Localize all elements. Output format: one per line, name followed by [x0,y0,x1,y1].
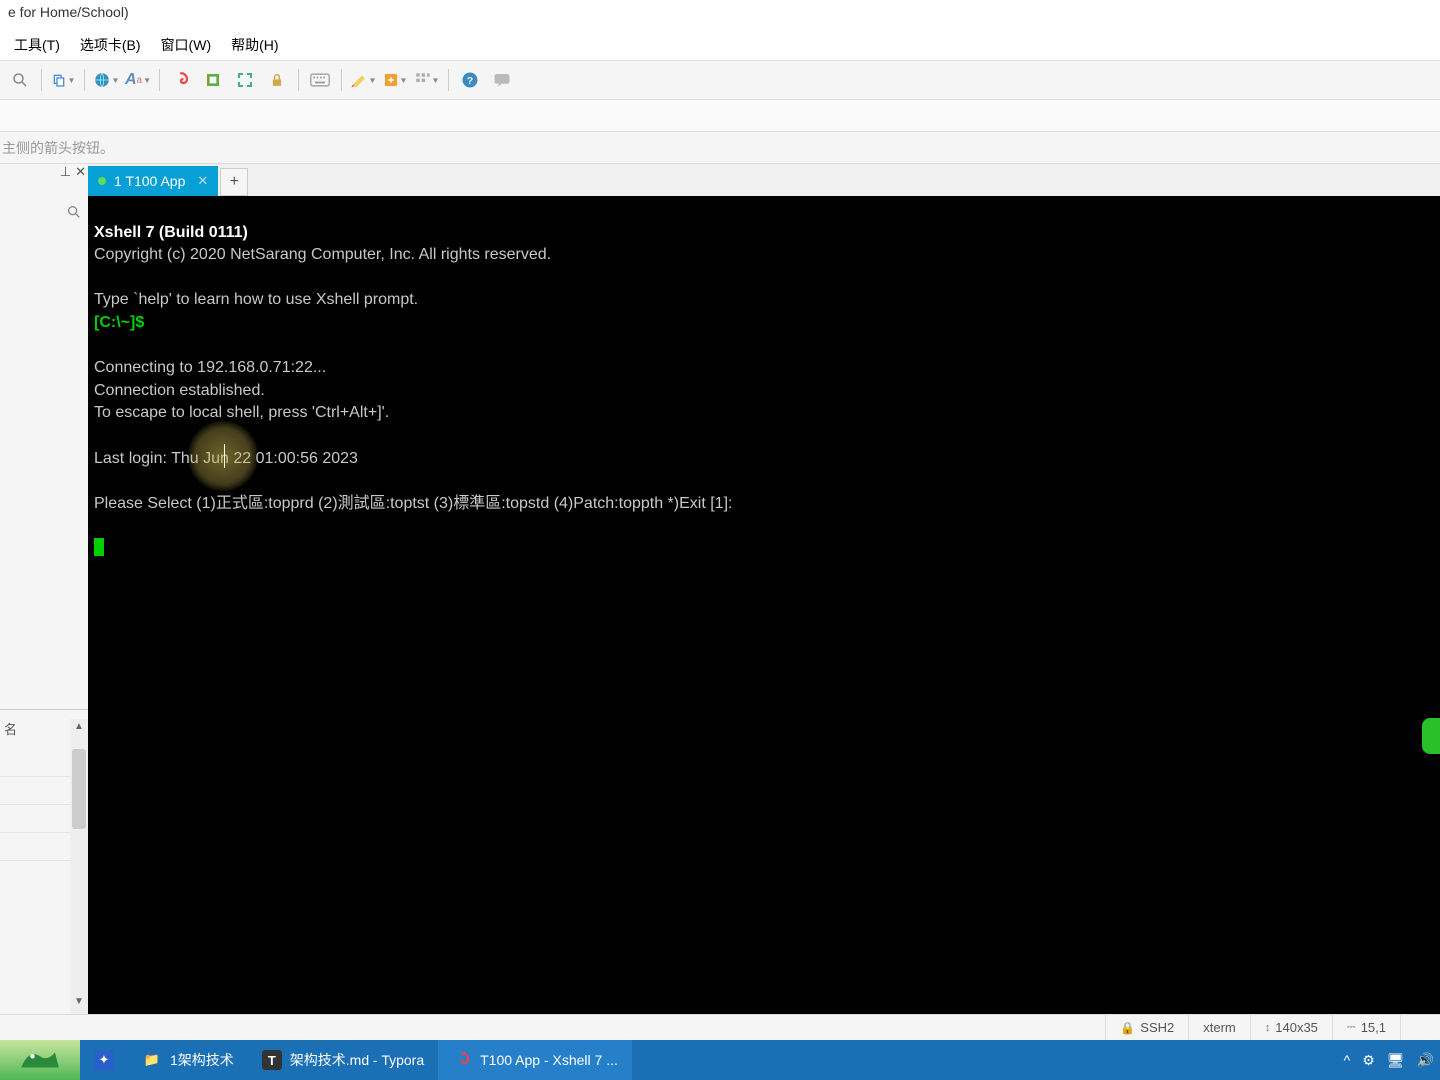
search-icon[interactable] [6,66,34,94]
terminal-line: Please Select (1)正式區:topprd (2)測試區:topts… [94,495,732,512]
blank-strip [0,100,1440,132]
panel-search-icon[interactable] [66,204,82,225]
text-caret [224,444,225,468]
list-item[interactable] [0,805,70,833]
position-icon: ⎓ [1347,1021,1356,1034]
xshell-icon [452,1050,472,1070]
separator [448,69,449,91]
left-panel: ⊥ ✕ 名 ▲ ▼ [0,164,88,1014]
help-icon[interactable]: ? [456,66,484,94]
terminal-line: Connecting to 192.168.0.71:22... [94,359,326,376]
highlight-icon[interactable]: ▼ [349,66,377,94]
terminal-line: Copyright (c) 2020 NetSarang Computer, I… [94,246,551,263]
taskbar-typora[interactable]: T 架构技术.md - Typora [248,1040,438,1080]
orange-plus-icon[interactable]: ▼ [381,66,409,94]
terminal-prompt: [C:\~]$ [94,314,144,331]
menu-tabs[interactable]: 选项卡(B) [70,31,151,59]
tab-close-icon[interactable]: ✕ [197,173,208,189]
folder-icon: 📁 [142,1050,162,1070]
toolbar: ▼ ▼ Aa▼ ▼ ▼ ▼ ? [0,60,1440,100]
separator [159,69,160,91]
list-item[interactable] [0,749,70,777]
scroll-down-icon[interactable]: ▼ [71,996,87,1012]
terminal-line: Type `help' to learn how to use Xshell p… [94,291,418,308]
grid-icon[interactable]: ▼ [413,66,441,94]
bird-icon: ✦ [94,1050,114,1070]
list-item[interactable] [0,777,70,805]
status-pos: ⎓15,1 [1332,1015,1400,1040]
status-ssh: 🔒SSH2 [1105,1015,1188,1040]
taskbar-label: 1架构技术 [170,1050,234,1070]
svg-text:?: ? [467,75,473,87]
scroll-up-icon[interactable]: ▲ [71,721,87,737]
font-icon[interactable]: Aa▼ [124,66,152,94]
status-term: xterm [1188,1015,1250,1040]
separator [41,69,42,91]
copy-icon[interactable]: ▼ [49,66,77,94]
keyboard-icon[interactable] [306,66,334,94]
window-title: e for Home/School) [0,0,1440,30]
system-tray: ^ ⚙ 🖥 🔊 [1344,1040,1434,1080]
separator [84,69,85,91]
close-icon[interactable]: ✕ [75,164,86,180]
main-area: ⊥ ✕ 名 ▲ ▼ 1 T100 App ✕ + Xsh [0,164,1440,1014]
tab-t100-app[interactable]: 1 T100 App ✕ [88,166,218,196]
taskbar-xshell[interactable]: T100 App - Xshell 7 ... [438,1040,632,1080]
start-logo[interactable] [0,1040,80,1080]
tab-add-button[interactable]: + [220,168,248,196]
panel-controls: ⊥ ✕ [60,164,86,180]
taskbar: ✦ 📁 1架构技术 T 架构技术.md - Typora T100 App - … [0,1040,1440,1080]
terminal-line: Connection established. [94,382,265,399]
menu-help[interactable]: 帮助(H) [221,31,288,59]
chat-icon[interactable] [488,66,516,94]
taskbar-label: T100 App - Xshell 7 ... [480,1052,618,1068]
separator [298,69,299,91]
panel-column-label: 名 [4,719,17,738]
list-item[interactable] [0,833,70,861]
green-box-icon[interactable] [199,66,227,94]
status-bar: 🔒SSH2 xterm ↕140x35 ⎓15,1 [0,1014,1440,1040]
tray-up-icon[interactable]: ^ [1344,1052,1351,1068]
status-extra [1400,1015,1440,1040]
scrollbar[interactable]: ▲ ▼ [70,719,88,1014]
separator [341,69,342,91]
terminal-line: To escape to local shell, press 'Ctrl+Al… [94,404,389,421]
terminal[interactable]: Xshell 7 (Build 0111) Copyright (c) 2020… [88,196,1440,1014]
taskbar-folder[interactable]: 📁 1架构技术 [128,1040,248,1080]
lock-icon[interactable] [263,66,291,94]
lock-small-icon: 🔒 [1120,1021,1135,1035]
panel-divider [0,709,88,710]
menu-bar: 工具(T) 选项卡(B) 窗口(W) 帮助(H) [0,30,1440,60]
taskbar-label: 架构技术.md - Typora [290,1050,424,1070]
scroll-thumb[interactable] [72,749,86,829]
menu-window[interactable]: 窗口(W) [151,31,222,59]
menu-tools[interactable]: 工具(T) [4,31,70,59]
resize-icon: ↕ [1265,1022,1271,1034]
fullscreen-icon[interactable] [231,66,259,94]
taskbar-app-bird[interactable]: ✦ [80,1040,128,1080]
tray-screen-icon[interactable]: 🖥 [1387,1052,1405,1069]
typora-icon: T [262,1050,282,1070]
hint-bar: 主侧的箭头按钮。 [0,132,1440,164]
red-swirl-icon[interactable] [167,66,195,94]
right-panel: 1 T100 App ✕ + Xshell 7 (Build 0111) Cop… [88,164,1440,1014]
tray-volume-icon[interactable]: 🔊 [1417,1052,1434,1069]
status-dot-icon [98,177,106,185]
pin-icon[interactable]: ⊥ [60,164,71,180]
tab-bar: 1 T100 App ✕ + [88,164,1440,196]
cursor-icon [94,538,104,556]
terminal-line: Last login: Thu Jun 22 01:00:56 2023 [94,450,358,467]
tray-settings-icon[interactable]: ⚙ [1362,1052,1375,1069]
panel-rows [0,749,70,861]
terminal-line: Xshell 7 (Build 0111) [94,224,248,241]
status-size: ↕140x35 [1250,1015,1332,1040]
side-widget[interactable] [1422,718,1440,754]
tab-label: 1 T100 App [114,173,185,189]
globe-icon[interactable]: ▼ [92,66,120,94]
